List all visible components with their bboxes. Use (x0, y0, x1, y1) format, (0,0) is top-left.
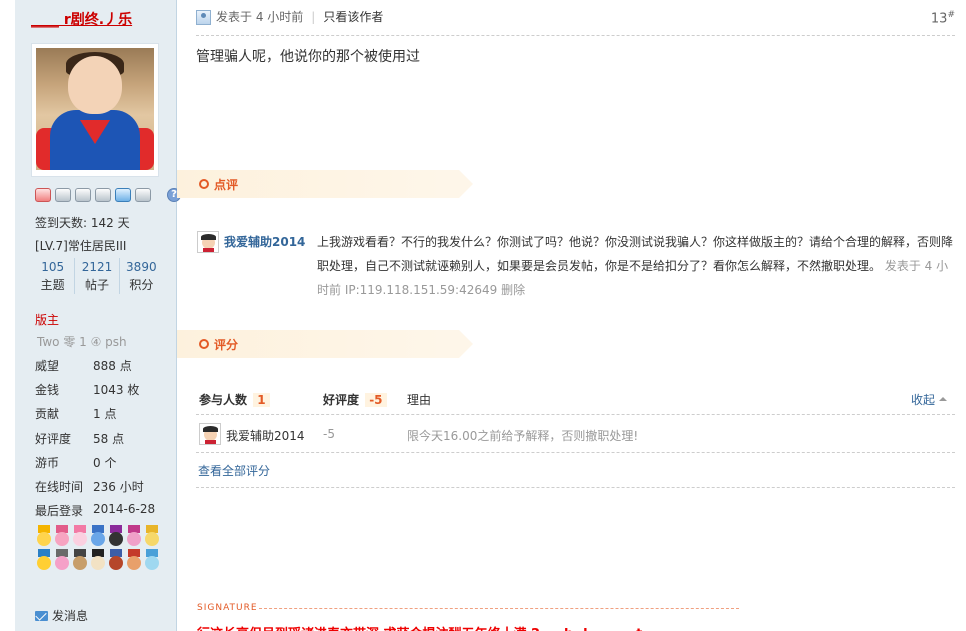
rank-badge-icon (95, 188, 111, 202)
medal-icon[interactable] (107, 549, 125, 571)
rank-badge-icon (135, 188, 151, 202)
avatar-image (36, 48, 154, 170)
rater-name[interactable]: 我爱辅助2014 (226, 427, 305, 444)
post-time: 发表于 4 小时前 (216, 10, 304, 24)
rater-avatar[interactable] (199, 423, 221, 445)
info-rating: 好评度 58 点 (35, 432, 125, 446)
comment-text: 上我游戏看看？不行的我发什么？你测试了吗？他说？你没测试说我骗人？你这样做版主的… (317, 235, 954, 297)
mail-icon (35, 610, 48, 621)
rating-total: 好评度 -5 (323, 391, 387, 408)
rank-badge-icon (75, 188, 91, 202)
signature-divider (259, 608, 739, 609)
view-all-ratings-link[interactable]: 查看全部评分 (198, 462, 270, 479)
rating-section-title: 评分 (177, 330, 473, 358)
rank-badge-icon (115, 188, 131, 202)
commenter-name[interactable]: 我爱辅助2014 (224, 233, 305, 250)
medal-icon[interactable] (125, 549, 143, 571)
signature-label: SIGNATURE (197, 603, 258, 613)
info-game-coins: 游币 0 个 (35, 456, 117, 470)
medal-icon[interactable] (143, 525, 161, 547)
only-author-link[interactable]: 只看该作者 (323, 8, 383, 26)
rating-reason: 限今天16.00之前给予解释，否则撤职处理! (407, 429, 639, 443)
checkin-days: 签到天数: 142 天 (35, 216, 130, 230)
info-online-time: 在线时间 236 小时 (35, 480, 144, 494)
stat-posts[interactable]: 2121 帖子 (74, 258, 118, 294)
medal-icon[interactable] (89, 549, 107, 571)
avatar[interactable] (31, 43, 159, 177)
send-message-link[interactable]: 发消息 (35, 607, 88, 624)
medal-icon[interactable] (125, 525, 143, 547)
rating-row: 我爱辅助2014 -5 限今天16.00之前给予解释，否则撤职处理! (196, 415, 955, 453)
stat-points[interactable]: 3890 积分 (118, 258, 163, 294)
rating-score: -5 (323, 427, 335, 441)
user-stats: 105 主题 2121 帖子 3890 积分 (31, 258, 163, 294)
commenter-avatar[interactable] (197, 231, 219, 253)
author-online-icon (196, 10, 211, 25)
divider (196, 487, 955, 488)
participants: 参与人数 1 (199, 391, 270, 408)
medal-icon[interactable] (143, 549, 161, 571)
rank-badge-icon (35, 188, 51, 202)
rating-header: 参与人数 1 好评度 -5 理由 收起 (196, 385, 955, 415)
medal-icon[interactable] (35, 549, 53, 571)
medal-icon[interactable] (107, 525, 125, 547)
post-header: 发表于 4 小时前 | 只看该作者 13# (196, 8, 955, 36)
info-money: 金钱 1043 枚 (35, 383, 140, 397)
info-contribution: 贡献 1 点 (35, 407, 117, 421)
collapse-button[interactable]: 收起 (911, 391, 947, 408)
medal-grid (35, 525, 165, 571)
rank-badge-icon (55, 188, 71, 202)
medal-icon[interactable] (53, 549, 71, 571)
medal-icon[interactable] (71, 525, 89, 547)
user-profile-sidebar: ____ r剧终.丿乐 ? 签到天数: 142 天 [LV.7]常住居民III … (15, 0, 181, 631)
medal-icon[interactable] (89, 525, 107, 547)
user-role: 版主 (35, 313, 60, 327)
post-body: 管理骗人呢，他说你的那个被使用过 (196, 49, 420, 65)
user-custom-title: Two 零 1 ④ psh (37, 335, 127, 349)
username-link[interactable]: ____ r剧终.丿乐 (31, 9, 171, 29)
info-prestige: 威望 888 点 (35, 359, 132, 373)
reason-header: 理由 (407, 393, 432, 407)
info-last-login: 最后登录 2014-6-28 (35, 502, 156, 518)
medal-icon[interactable] (35, 525, 53, 547)
rank-badges: ? (35, 188, 181, 204)
separator: | (311, 10, 316, 24)
floor-number[interactable]: 13# (931, 10, 955, 26)
stat-threads[interactable]: 105 主题 (31, 258, 74, 294)
medal-icon[interactable] (71, 549, 89, 571)
section-circle-icon (199, 339, 209, 349)
comments-section-title: 点评 (177, 170, 473, 198)
user-level[interactable]: [LV.7]常住居民III (35, 237, 126, 254)
section-circle-icon (199, 179, 209, 189)
medal-icon[interactable] (53, 525, 71, 547)
post-content-area: 发表于 4 小时前 | 只看该作者 13# 管理骗人呢，他说你的那个被使用过 点… (177, 0, 966, 631)
signature-text: 行这长享但吊到瑶诸进寿亦带深 求获会提注酬五年络十满 2 ... b..l ..… (197, 623, 642, 631)
